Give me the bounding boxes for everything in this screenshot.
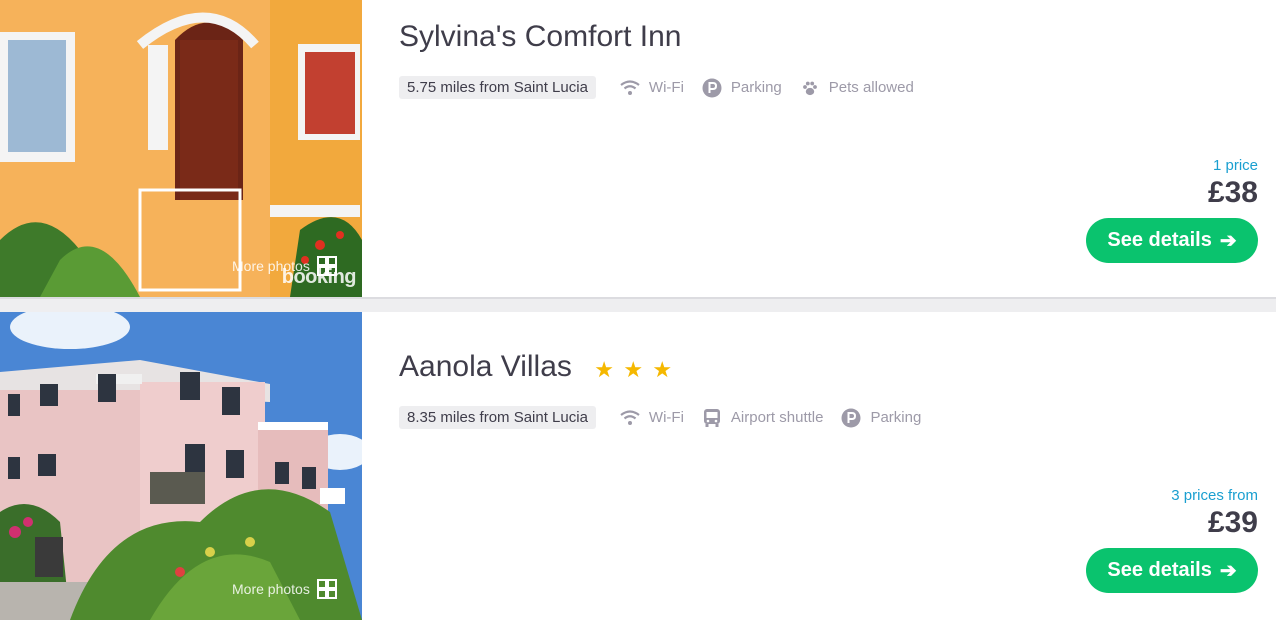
card-divider: [0, 297, 1276, 312]
parking-icon: [841, 408, 861, 428]
star-icon: ★: [623, 357, 644, 383]
price-box: 1 price £38 See details ➔: [1086, 157, 1258, 263]
more-photos-label: More photos: [232, 581, 310, 597]
wifi-icon: [620, 408, 640, 428]
parking-icon: [702, 78, 722, 98]
distance-badge: 5.75 miles from Saint Lucia: [399, 76, 596, 99]
price-note[interactable]: 3 prices from: [1086, 487, 1258, 504]
arrow-right-icon: ➔: [1219, 230, 1237, 252]
amenity-shuttle: Airport shuttle: [702, 408, 824, 428]
price-box: 3 prices from £39 See details ➔: [1086, 487, 1258, 593]
amenity-label: Parking: [870, 409, 922, 426]
price-value: £38: [1207, 176, 1258, 209]
amenity-label: Wi-Fi: [648, 409, 684, 426]
hotel-photo-image: [0, 0, 362, 297]
star-icon: ★: [652, 357, 673, 383]
wifi-icon: [620, 78, 640, 98]
hotel-photo[interactable]: More photos: [0, 312, 362, 620]
price-note[interactable]: 1 price: [1086, 157, 1258, 174]
see-details-label: See details: [1107, 229, 1212, 251]
hotel-card: More photos Aanola Villas ★ ★ ★ 8.35 mil…: [0, 312, 1276, 620]
gallery-grid-icon: [316, 579, 337, 599]
hotel-name[interactable]: Aanola Villas: [399, 350, 572, 383]
hotel-photo[interactable]: More photos booking: [0, 0, 362, 297]
hotel-name[interactable]: Sylvina's Comfort Inn: [399, 20, 682, 54]
see-details-button[interactable]: See details ➔: [1086, 218, 1258, 263]
star-icon: ★: [594, 357, 614, 383]
hotel-name-row: Aanola Villas ★ ★ ★: [399, 350, 673, 385]
arrow-right-icon: ➔: [1219, 560, 1237, 582]
amenity-label: Pets allowed: [828, 79, 914, 96]
amenity-wifi: Wi-Fi: [620, 408, 684, 428]
hotel-photo-image: [0, 312, 362, 620]
more-photos-link[interactable]: More photos: [232, 578, 338, 600]
amenity-label: Parking: [730, 79, 782, 96]
amenity-parking: Parking: [841, 408, 921, 428]
distance-badge: 8.35 miles from Saint Lucia: [399, 406, 596, 429]
amenity-label: Wi-Fi: [648, 79, 684, 96]
see-details-label: See details: [1107, 559, 1212, 581]
amenity-pets: Pets allowed: [800, 78, 914, 98]
paw-icon: [800, 78, 820, 98]
hotel-card: More photos booking Sylvina's Comfort In…: [0, 0, 1276, 297]
amenity-parking: Parking: [702, 78, 782, 98]
see-details-button[interactable]: See details ➔: [1086, 548, 1258, 593]
price-value: £39: [1207, 506, 1258, 539]
booking-watermark: booking: [281, 266, 357, 288]
bus-icon: [702, 408, 722, 428]
hotel-meta: 5.75 miles from Saint Lucia Wi-Fi Parkin…: [399, 76, 932, 99]
amenity-label: Airport shuttle: [730, 409, 824, 426]
amenity-wifi: Wi-Fi: [620, 78, 684, 98]
star-rating: ★ ★ ★: [594, 351, 673, 385]
hotel-meta: 8.35 miles from Saint Lucia Wi-Fi Airpor…: [399, 406, 939, 429]
